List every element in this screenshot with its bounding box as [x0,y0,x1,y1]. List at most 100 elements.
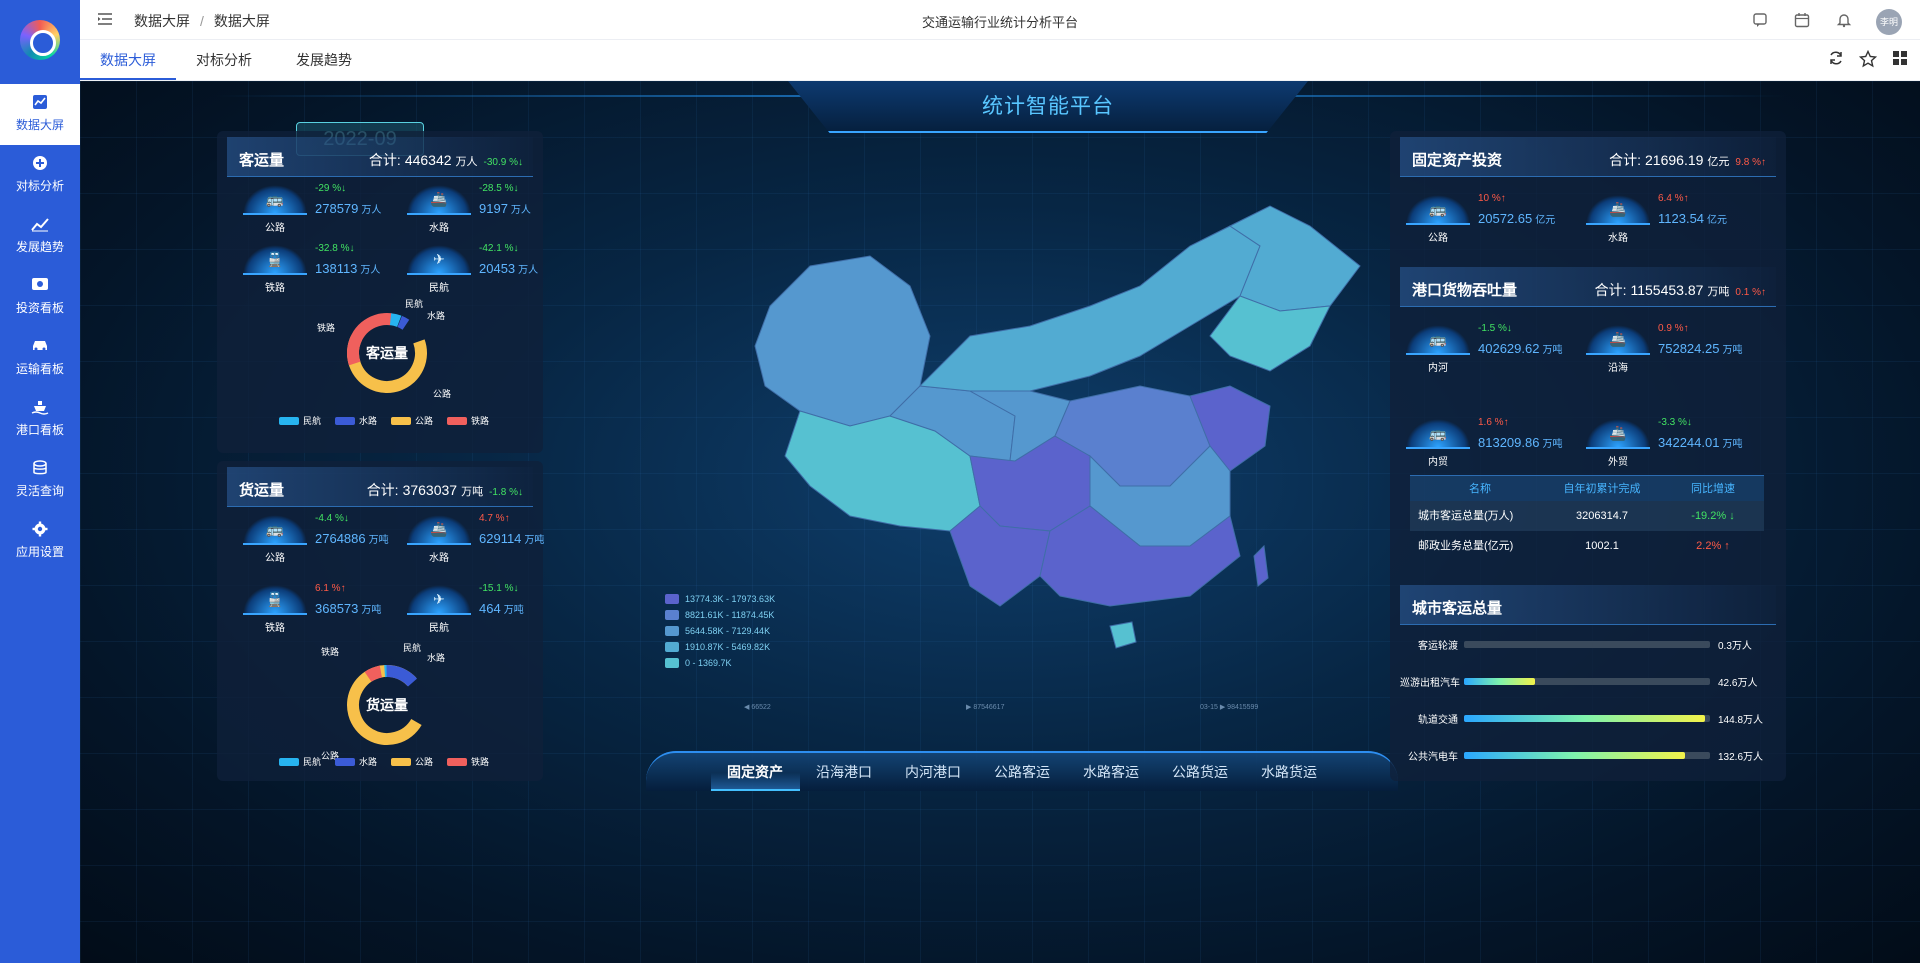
bottom-tab-water-freight[interactable]: 水路货运 [1245,753,1334,791]
ship-icon: 🚢 [407,515,471,545]
tab-benchmark[interactable]: 对标分析 [176,40,272,80]
calendar-icon[interactable] [1792,12,1812,32]
sidebar-item-query[interactable]: 灵活查询 [0,450,80,511]
bar-row: 轨道交通 144.8万人 [1418,715,1764,726]
bottom-tab-inland-port[interactable]: 内河港口 [889,753,978,791]
sidebar-item-investment[interactable]: 投资看板 [0,267,80,328]
donut-center-label: 客运量 [365,345,408,361]
bottom-tab-fixed-assets[interactable]: 固定资产 [710,753,800,791]
stat-card: 🚌 内贸 1.6 %↑ 813209.86 万吨 [1406,413,1586,473]
sidebar-item-port[interactable]: 港口看板 [0,389,80,450]
app-logo [20,20,60,60]
tab-dashboard[interactable]: 数据大屏 [80,40,176,80]
stat-card: 🚌 内河 -1.5 %↓ 402629.62 万吨 [1406,319,1586,379]
bar-fill [1464,678,1536,685]
stat-card: 🚢 沿海 0.9 %↑ 752824.25 万吨 [1586,319,1766,379]
map-legend-item: 8821.61K - 11874.45K [665,607,775,623]
star-icon[interactable] [1858,49,1878,70]
donut-label: 水路 [427,310,445,321]
data-screen: 统计智能平台 2022-09 客运量 合计:446342万人-30.9 %↓ 🚌… [80,81,1920,963]
panel-total: 合计: 3763037 万吨 -1.8 %↓ [366,482,523,498]
legend-item: 公路 [391,414,433,427]
map-region-xinjiang [754,255,931,427]
refresh-icon[interactable] [1826,50,1846,70]
stat-card: 🚆 铁路 6.1 %↑ 368573 万吨 [243,579,423,639]
legend-item: 公路 [391,755,433,768]
sidebar-item-label: 数据大屏 [15,118,64,132]
panel-total: 合计: 21696.19 亿元 9.8 %↑ [1609,152,1766,168]
ship-icon: 🚢 [1586,325,1650,355]
stat-card: 🚌 公路 10 %↑ 20572.65 亿元 [1406,189,1586,249]
stat-card: 🚢 外贸 -3.3 %↓ 342244.01 万吨 [1586,413,1766,473]
avatar[interactable]: 李明 [1876,9,1902,35]
bottom-tab-water-passenger[interactable]: 水路客运 [1067,753,1156,791]
panel-title: 港口货物吞吐量 [1412,282,1518,299]
freight-donut-chart: 货运量 铁路 民航 水路 公路 [321,643,445,761]
china-map[interactable] [670,186,1390,706]
stat-card: ✈ 民航 -15.1 %↓ 464 万吨 [407,579,587,639]
bar-row: 公共汽电车 132.6万人 [1408,752,1764,763]
bottom-tab-coastal-port[interactable]: 沿海港口 [800,753,889,791]
bar-row: 客运轮渡 0.3万人 [1418,641,1752,652]
app-title: 交通运输行业统计分析平台 [921,15,1078,30]
bottom-tab-bar: 固定资产 沿海港口 内河港口 公路客运 水路客运 公路货运 水路货运 [646,751,1398,791]
ship-icon [31,399,49,417]
sidebar-item-settings[interactable]: 应用设置 [0,511,80,572]
table-header: 名称 自年初累计完成 同比增速 [1410,475,1764,501]
map-legend-item: 0 - 1369.7K [665,655,775,671]
sidebar-item-label: 港口看板 [15,423,64,437]
train-icon: 🚆 [243,585,307,615]
stat-card: 🚌 公路 -29 %↓ 278579 万人 [243,179,423,239]
ship-icon: 🚢 [407,185,471,215]
ship-icon: 🚢 [1586,419,1650,449]
train-icon: 🚆 [243,245,307,275]
legend-item: 铁路 [447,414,489,427]
donut-label: 铁路 [317,322,335,333]
sidebar-item-label: 灵活查询 [15,484,64,498]
passenger-donut-chart: 客运量 民航 水路 公路 铁路 [317,299,451,399]
donut-label: 水路 [427,652,445,663]
map-legend: 13774.3K - 17973.63K 8821.61K - 11874.45… [665,591,775,671]
sidebar-item-benchmark[interactable]: 对标分析 [0,145,80,206]
bell-icon[interactable] [1834,12,1854,32]
sidebar: 数据大屏 对标分析 发展趋势 投资看板 运输看板 港口看板 灵活查询 应用设置 [0,0,80,963]
sidebar-item-trend[interactable]: 发展趋势 [0,206,80,267]
compass-icon [31,155,49,173]
donut-center-label: 货运量 [365,697,408,713]
car-icon [31,338,49,356]
legend-item: 民航 [279,755,321,768]
donut-legend: 民航 水路 公路 铁路 [279,414,489,427]
sidebar-item-label: 投资看板 [15,301,64,315]
gear-icon [31,521,49,539]
panel-total: 合计: 446342 万人 -30.9 %↓ [368,152,523,168]
bottom-tab-road-freight[interactable]: 公路货运 [1156,753,1245,791]
message-icon[interactable] [1750,12,1770,32]
map-legend-item: 5644.58K - 7129.44K [665,623,775,639]
plane-icon: ✈ [407,245,471,275]
panel-header: 客运量 合计: 446342 万人 -30.9 %↓ [227,137,533,177]
bus-icon: 🚌 [243,185,307,215]
panel-title: 货运量 [239,482,285,499]
bus-icon: 🚌 [1406,325,1470,355]
grid-icon[interactable] [1890,50,1910,70]
ship-icon: 🚢 [1586,195,1650,225]
legend-item: 铁路 [447,755,489,768]
legend-item: 水路 [335,755,377,768]
map-readout: 03-15 ▶ 98415599 [1200,704,1259,711]
panel-header: 货运量 合计: 3763037 万吨 -1.8 %↓ [227,467,533,507]
freight-panel: 货运量 合计: 3763037 万吨 -1.8 %↓ 🚌 公路 -4.4 %↓ 276… [217,461,544,781]
tab-trend[interactable]: 发展趋势 [276,40,372,80]
map-readout: ▶ 87546617 [966,704,1005,711]
bottom-tab-road-passenger[interactable]: 公路客运 [978,753,1067,791]
stat-card: ✈ 民航 -42.1 %↓ 20453 万人 [407,239,587,299]
map-legend-item: 13774.3K - 17973.63K [665,591,775,607]
legend-item: 民航 [279,414,321,427]
donut-label: 公路 [433,388,451,399]
map-region-neimenggu [918,225,1261,392]
donut-legend: 民航 水路 公路 铁路 [279,755,489,768]
topbar: 数据大屏 / 数据大屏 交通运输行业统计分析平台 李明 [80,0,1920,40]
sidebar-item-dashboard[interactable]: 数据大屏 [0,84,80,145]
stat-card: 🚢 水路 6.4 %↑ 1123.54 亿元 [1586,189,1766,249]
sidebar-item-transport[interactable]: 运输看板 [0,328,80,389]
stat-card: 🚢 水路 -28.5 %↓ 9197 万人 [407,179,587,239]
